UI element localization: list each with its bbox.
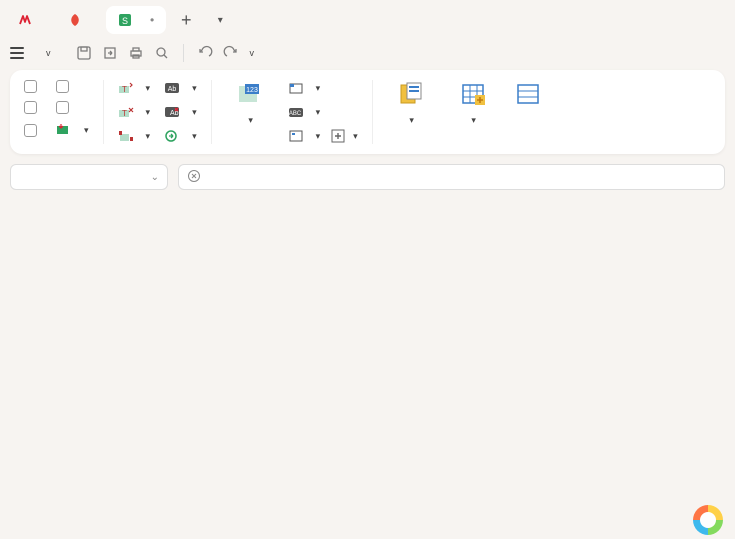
ribbon-separator: [103, 80, 104, 144]
extract-text-icon: [118, 128, 134, 144]
chevron-down-icon: ▾: [248, 115, 253, 125]
keep-numeric-icon: ABC: [288, 104, 304, 120]
execute-icon: [56, 122, 72, 138]
chevron-down-icon: ▾: [146, 107, 151, 118]
batch-delete-button[interactable]: [511, 80, 547, 144]
delete-text-button[interactable]: T▾: [118, 104, 151, 120]
export-icon[interactable]: [101, 44, 119, 62]
copy-paste-icon: [397, 80, 425, 108]
round-icon: [288, 80, 304, 96]
checkbox-icon: [24, 80, 37, 93]
tab-workbook[interactable]: S •: [106, 6, 166, 34]
plus-box-icon: [330, 128, 346, 144]
new-tab-button[interactable]: +: [172, 6, 200, 34]
chevron-down-icon: ▾: [192, 83, 197, 94]
formula-input[interactable]: [178, 164, 725, 190]
chevron-down-icon: v: [250, 48, 255, 58]
chevron-down-icon: ▾: [84, 125, 89, 136]
extract-text-button[interactable]: ▾: [118, 128, 151, 144]
chevron-down-icon: ▾: [316, 131, 321, 142]
svg-text:T: T: [122, 109, 127, 118]
chevron-down-icon: ▾: [353, 131, 358, 142]
copy-paste-button[interactable]: ▾: [387, 80, 435, 144]
checkbox-chinese[interactable]: [56, 101, 74, 114]
chevron-down-icon: ▾: [146, 83, 151, 94]
round-button[interactable]: ▾: [288, 80, 358, 96]
ribbon-group-number: 123 ▾: [226, 80, 274, 144]
ribbon-group-checks: ▾: [24, 80, 89, 144]
ribbon-toolbar: ▾ T▾ T▾ ▾ Ab▾ Ab▾ ▾ 123 ▾ ▾ ABC▾ ▾ ▾ ▾ ▾: [10, 70, 725, 154]
keep-numeric-button[interactable]: ABC ▾: [288, 104, 358, 120]
chevron-down-icon: ⌄: [151, 172, 159, 183]
preview-icon[interactable]: [153, 44, 171, 62]
numeric-button[interactable]: 123 ▾: [226, 80, 274, 126]
checkbox-icon: [24, 101, 37, 114]
ribbon-group-text: T▾ T▾ ▾: [118, 80, 151, 144]
custom-button[interactable]: ▾: [288, 128, 321, 144]
chevron-down-icon: ▾: [192, 131, 197, 142]
undo-icon[interactable]: [196, 44, 214, 62]
tab-wps-office[interactable]: [6, 6, 50, 34]
insert-text-icon: T: [118, 80, 134, 96]
delete-blanks-icon: Ab: [164, 104, 180, 120]
add-insert-icon: [459, 80, 487, 108]
checkbox-english[interactable]: [56, 80, 74, 93]
title-tab-bar: S • + ▾: [0, 0, 735, 36]
formula-bar: ⌄: [10, 164, 725, 190]
template-icon: [68, 13, 82, 27]
chevron-down-icon: v: [46, 48, 51, 58]
checkbox-icon: [56, 80, 69, 93]
plus-small-button[interactable]: ▾: [330, 128, 358, 144]
chevron-down-icon: ▾: [471, 115, 476, 125]
more-button[interactable]: ▾: [164, 128, 197, 144]
ribbon-separator: [211, 80, 212, 144]
divider: [183, 44, 184, 62]
add-insert-button[interactable]: ▾: [449, 80, 497, 144]
watermark-logo-icon: [693, 505, 723, 535]
checkbox-symbol[interactable]: [24, 101, 42, 114]
watermark: [693, 505, 729, 535]
checkbox-icon: [24, 124, 37, 137]
svg-text:Ab: Ab: [168, 86, 177, 93]
ribbon-group-number-options: ▾ ABC ▾ ▾ ▾: [288, 80, 358, 144]
chevron-down-icon: ▾: [316, 107, 321, 118]
svg-text:S: S: [122, 16, 128, 26]
wps-logo-icon: [18, 13, 32, 27]
cancel-formula-icon[interactable]: [187, 169, 201, 186]
more-icon: [164, 128, 180, 144]
checkbox-icon: [56, 101, 69, 114]
custom-icon: [288, 128, 304, 144]
ribbon-group-format: Ab ▾ Ab ▾ ▾: [164, 80, 197, 144]
batch-delete-icon: [515, 80, 543, 108]
chevron-down-icon: ▾: [409, 115, 414, 125]
numeric-icon: 123: [236, 80, 264, 108]
print-icon[interactable]: [127, 44, 145, 62]
case-icon: Ab: [164, 80, 180, 96]
tab-template[interactable]: [56, 6, 100, 34]
delete-text-icon: T: [118, 104, 134, 120]
chevron-down-icon: ▾: [192, 107, 197, 118]
ribbon-separator: [372, 80, 373, 144]
svg-text:123: 123: [246, 87, 258, 94]
redo-icon[interactable]: [222, 44, 240, 62]
name-box[interactable]: ⌄: [10, 164, 168, 190]
tab-menu-chevron-icon[interactable]: ▾: [206, 6, 234, 34]
svg-text:T: T: [122, 85, 127, 94]
save-icon[interactable]: [75, 44, 93, 62]
execute-button[interactable]: ▾: [56, 122, 89, 138]
delete-blanks-button[interactable]: Ab ▾: [164, 104, 197, 120]
insert-text-button[interactable]: T▾: [118, 80, 151, 96]
spreadsheet-file-icon: S: [118, 13, 132, 27]
chevron-down-icon: ▾: [316, 83, 321, 94]
case-button[interactable]: Ab ▾: [164, 80, 197, 96]
checkbox-space[interactable]: [24, 80, 42, 93]
hamburger-icon[interactable]: [10, 47, 24, 59]
checkbox-number[interactable]: [24, 122, 42, 138]
menu-bar: v v: [0, 36, 735, 70]
svg-text:ABC: ABC: [288, 111, 301, 117]
tab-status-dot: •: [150, 13, 154, 27]
chevron-down-icon: ▾: [146, 131, 151, 142]
